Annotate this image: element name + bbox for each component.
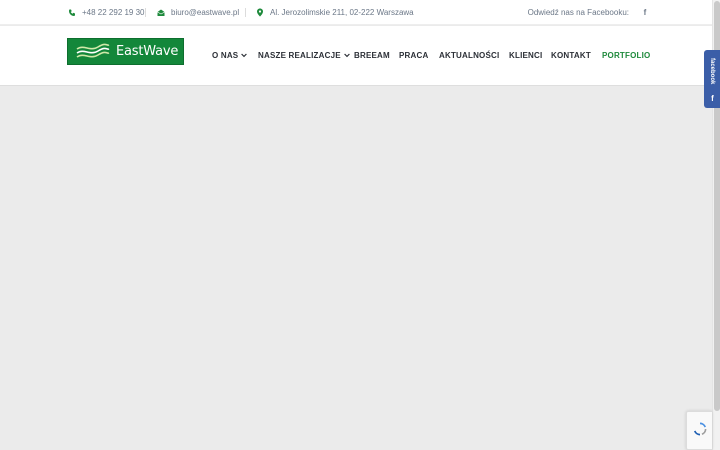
nav-item-aktualnosci[interactable]: AKTUALNOŚCI (439, 26, 499, 85)
nav-item-kontakt[interactable]: KONTAKT (551, 26, 591, 85)
divider (145, 8, 146, 17)
facebook-icon: f (711, 94, 714, 103)
facebook-side-label: facebook (709, 57, 715, 85)
recaptcha-icon (693, 422, 707, 436)
facebook-visit-text: Odwiedź nas na Facebooku: (527, 8, 629, 17)
email-contact[interactable]: biuro@eastwave.pl (156, 0, 239, 25)
email-address: biuro@eastwave.pl (171, 8, 240, 17)
envelope-icon (156, 8, 165, 17)
top-info-bar: +48 22 292 19 30 biuro@eastwave.pl Al. J… (0, 0, 712, 25)
page: +48 22 292 19 30 biuro@eastwave.pl Al. J… (0, 0, 720, 450)
nav-item-o-nas[interactable]: O NAS (212, 26, 248, 85)
nav-label: KONTAKT (551, 51, 591, 60)
nav-item-praca[interactable]: PRACA (399, 26, 428, 85)
main-content-area (0, 86, 712, 450)
facebook-icon[interactable]: f (640, 0, 650, 25)
nav-item-breeam[interactable]: BREEAM (354, 26, 390, 85)
facebook-side-tab[interactable]: facebook f (704, 50, 720, 108)
nav-label: BREEAM (354, 51, 390, 60)
divider (245, 8, 246, 17)
recaptcha-badge[interactable] (686, 411, 712, 450)
wave-logo-icon (76, 43, 110, 58)
eastwave-logo[interactable]: EastWave (67, 38, 184, 65)
nav-label: O NAS (212, 51, 239, 60)
address-contact: Al. Jerozolimskie 211, 02-222 Warszawa (255, 0, 414, 25)
logo-text: EastWave (116, 44, 179, 59)
site-header: EastWave O NAS NASZE REALIZACJE BREEAM P… (0, 26, 712, 85)
nav-item-nasze-realizacje[interactable]: NASZE REALIZACJE (258, 26, 350, 85)
nav-item-portfolio[interactable]: PORTFOLIO (602, 26, 650, 85)
map-pin-icon (255, 8, 264, 17)
nav-label: NASZE REALIZACJE (258, 51, 341, 60)
chevron-down-icon (343, 51, 350, 60)
nav-label: AKTUALNOŚCI (439, 51, 500, 60)
phone-contact[interactable]: +48 22 292 19 30 (67, 0, 145, 25)
nav-label: PORTFOLIO (602, 51, 651, 60)
chevron-down-icon (241, 51, 248, 60)
phone-icon (67, 8, 76, 17)
nav-label: KLIENCI (509, 51, 543, 60)
nav-label: PRACA (399, 51, 429, 60)
phone-number: +48 22 292 19 30 (82, 8, 145, 17)
address-text: Al. Jerozolimskie 211, 02-222 Warszawa (270, 8, 414, 17)
nav-item-klienci[interactable]: KLIENCI (509, 26, 542, 85)
